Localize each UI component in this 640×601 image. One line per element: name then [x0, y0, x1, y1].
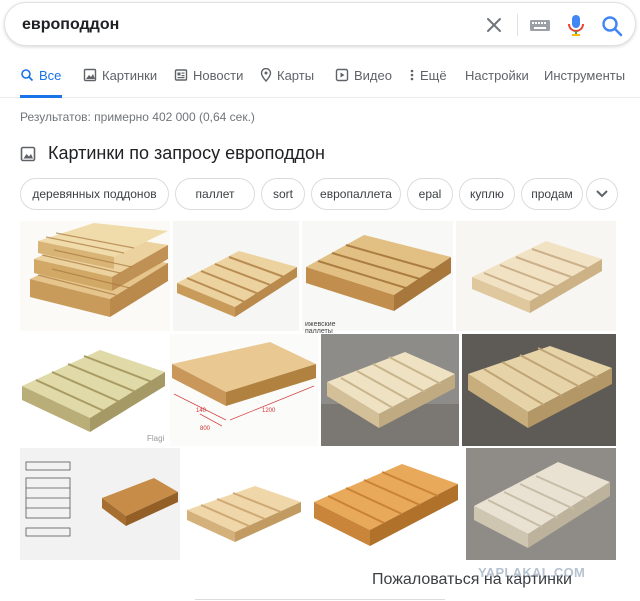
- images-section-header[interactable]: Картинки по запросу европоддон: [20, 143, 325, 164]
- chip[interactable]: паллет: [175, 178, 255, 210]
- chip[interactable]: продам: [521, 178, 583, 210]
- search-divider: [517, 14, 518, 36]
- image-result[interactable]: [173, 221, 299, 331]
- image-result[interactable]: [308, 448, 463, 560]
- image-result[interactable]: [20, 448, 180, 560]
- tab-tools[interactable]: Инструменты: [544, 68, 625, 98]
- microphone-icon[interactable]: [564, 12, 588, 38]
- report-images-link[interactable]: Пожаловаться на картинки: [372, 571, 572, 589]
- chevron-down-icon: [596, 190, 608, 198]
- tab-more[interactable]: Ещё: [409, 68, 447, 98]
- svg-text:1200: 1200: [262, 408, 276, 414]
- more-vert-icon: [410, 69, 414, 81]
- image-result[interactable]: [321, 334, 459, 446]
- chip[interactable]: европаллета: [311, 178, 401, 210]
- tab-news[interactable]: Новости: [174, 68, 243, 98]
- search-icon: [21, 69, 34, 82]
- image-result[interactable]: [466, 448, 616, 560]
- tab-label: Видео: [354, 68, 392, 83]
- chip[interactable]: деревянных поддонов: [20, 178, 169, 210]
- clear-icon[interactable]: [483, 14, 505, 36]
- search-bar[interactable]: европоддон: [4, 2, 636, 46]
- image-icon: [83, 68, 97, 82]
- chip[interactable]: epal: [407, 178, 453, 210]
- tab-label: Инструменты: [544, 68, 626, 83]
- chip[interactable]: sort: [261, 178, 305, 210]
- tab-images[interactable]: Картинки: [83, 68, 157, 98]
- tab-label: Картинки: [102, 68, 158, 83]
- image-result[interactable]: [20, 334, 167, 446]
- chips-expand-button[interactable]: [586, 178, 618, 210]
- tab-label: Настройки: [465, 68, 529, 83]
- search-icon[interactable]: [599, 13, 625, 39]
- video-icon: [335, 68, 349, 82]
- tab-settings[interactable]: Настройки: [465, 68, 529, 98]
- map-pin-icon: [260, 68, 272, 82]
- tab-all[interactable]: Все: [20, 68, 62, 98]
- image-result[interactable]: 140 800 1200: [170, 334, 318, 446]
- tab-label: Карты: [277, 68, 315, 83]
- suggestion-chips: деревянных поддонов паллет sort европалл…: [20, 178, 620, 212]
- result-stats: Результатов: примерно 402 000 (0,64 сек.…: [20, 110, 255, 124]
- image-result[interactable]: [462, 334, 616, 446]
- chip[interactable]: куплю: [459, 178, 515, 210]
- tab-label: Новости: [193, 68, 244, 83]
- search-tabs: Все Картинки Новости Карты Видео Ещё Нас…: [0, 58, 640, 98]
- image-result[interactable]: [456, 221, 616, 331]
- tab-maps[interactable]: Карты: [260, 68, 314, 98]
- image-icon: [20, 146, 36, 161]
- image-result[interactable]: [183, 448, 305, 560]
- divider: [195, 599, 445, 600]
- image-caption: ижевские паллеты: [305, 321, 336, 335]
- image-result[interactable]: [302, 221, 453, 331]
- images-section-title[interactable]: Картинки по запросу европоддон: [48, 143, 325, 164]
- image-result[interactable]: [20, 221, 170, 331]
- tab-label: Ещё: [420, 68, 447, 83]
- image-caption: Flagi: [147, 434, 165, 443]
- keyboard-icon[interactable]: [528, 14, 552, 36]
- search-query-text[interactable]: европоддон: [22, 16, 119, 34]
- svg-text:140: 140: [196, 408, 207, 414]
- svg-text:800: 800: [200, 426, 211, 432]
- news-icon: [174, 69, 188, 81]
- tab-video[interactable]: Видео: [335, 68, 392, 98]
- tab-label: Все: [39, 68, 62, 83]
